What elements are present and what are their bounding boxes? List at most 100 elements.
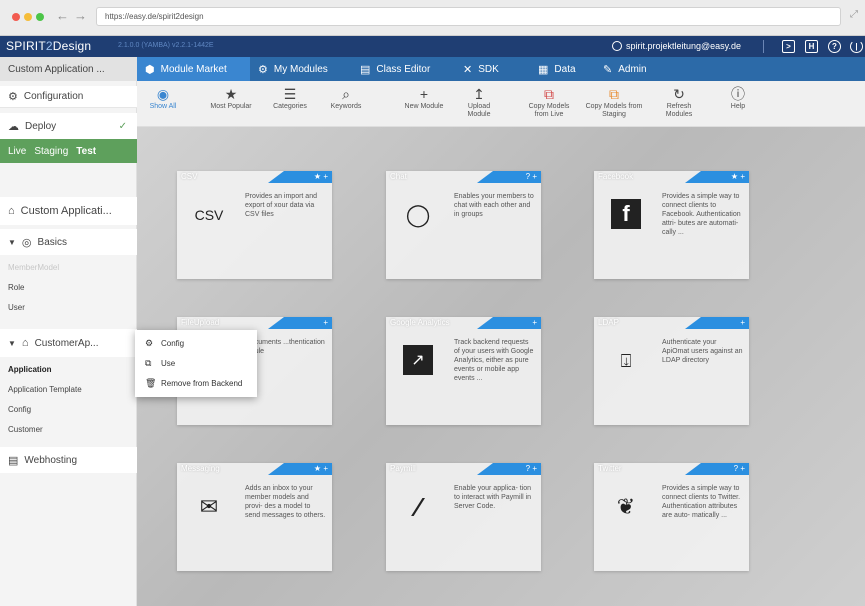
power-icon[interactable]: | xyxy=(850,40,863,53)
new-module-button[interactable]: + New Module xyxy=(394,85,454,111)
tab-sdk[interactable]: ✕ SDK xyxy=(455,57,507,81)
menu-item-remove[interactable]: 🗑 Remove from Backend xyxy=(135,374,257,392)
show-all-button[interactable]: ◉ Show All xyxy=(143,85,183,111)
card-actions[interactable]: + xyxy=(268,317,332,329)
class-user[interactable]: User xyxy=(0,297,137,317)
sidebar-item-customerapp[interactable]: ▼ ⌂ CustomerAp... xyxy=(0,329,137,357)
h-icon[interactable]: H xyxy=(805,40,818,53)
module-card-facebook[interactable]: Facebook ★ + f Provides a simple way to c… xyxy=(594,171,749,279)
menu-item-config[interactable]: ⚙ Config xyxy=(135,334,257,352)
env-live[interactable]: Live xyxy=(8,146,26,157)
copy-icon: ⧉ xyxy=(609,86,619,102)
trash-icon: 🗑 xyxy=(145,377,157,388)
database-icon: ▦ xyxy=(538,63,549,76)
card-header: CSV ★ + xyxy=(177,171,332,184)
caret-down-icon: ▼ xyxy=(8,338,16,348)
server-icon: ▤ xyxy=(8,454,19,467)
env-test[interactable]: Test xyxy=(76,146,96,157)
card-description: Provides a simple way to connect clients… xyxy=(662,193,741,236)
card-actions[interactable]: ★ + xyxy=(268,463,332,475)
main-tab-bar: ⬢ Module Market ⚙ My Modules ▤ Class Editor… xyxy=(137,57,865,81)
class-application[interactable]: Application xyxy=(0,359,137,379)
home-icon: ⌂ xyxy=(8,205,15,217)
home-icon: ⌂ xyxy=(21,337,29,349)
card-actions[interactable]: ★ + xyxy=(268,171,332,183)
copy-models-live-button[interactable]: ⧉ Copy Models from Live xyxy=(522,85,576,119)
upload-module-button[interactable]: ↥ Upload Module xyxy=(459,85,499,119)
back-arrow-icon[interactable]: ← xyxy=(56,8,69,23)
sidebar-item-deploy[interactable]: ☁ Deploy ✓ xyxy=(0,113,137,139)
class-customer[interactable]: Customer xyxy=(0,419,137,439)
tab-admin[interactable]: ✎ Admin xyxy=(595,57,655,81)
module-card-google-analytics[interactable]: Google Analytics + ↗ Track backend reques… xyxy=(386,317,541,425)
chat-bubble-icon: ◯ xyxy=(405,202,431,227)
card-actions[interactable]: ? + xyxy=(477,463,541,475)
tab-class-editor[interactable]: ▤ Class Editor xyxy=(352,57,438,81)
class-config[interactable]: Config xyxy=(0,399,137,419)
env-staging[interactable]: Staging xyxy=(34,146,68,157)
card-actions[interactable]: ? + xyxy=(477,171,541,183)
plus-icon: + xyxy=(419,86,429,102)
fullscreen-icon[interactable]: ⤢ xyxy=(850,9,858,20)
module-action-toolbar: ◉ Show All ★ Most Popular ☰ Categories ⌕ Key… xyxy=(137,81,865,127)
card-header: Messaging ★ + xyxy=(177,463,332,476)
class-role[interactable]: Role xyxy=(0,277,137,297)
card-actions[interactable]: ★ + xyxy=(685,171,749,183)
sidebar-item-configuration[interactable]: ⚙ Configuration xyxy=(0,86,137,108)
sidebar-item-basics[interactable]: ▼ ◎ Basics xyxy=(0,229,137,255)
module-card-csv[interactable]: CSV ★ + CSV Provides an import and export… xyxy=(177,171,332,279)
maximize-window-button[interactable] xyxy=(36,13,44,21)
module-card-ldap[interactable]: LDAP + ⍗ Authenticate your ApiOmat users … xyxy=(594,317,749,425)
refresh-modules-button[interactable]: ↻ Refresh Modules xyxy=(656,85,702,119)
forward-arrow-icon[interactable]: → xyxy=(74,8,87,23)
module-card-messaging[interactable]: Messaging ★ + ✉ Adds an inbox to your mem… xyxy=(177,463,332,571)
card-description: Provides a simple way to connect clients… xyxy=(662,485,741,519)
cloud-icon: ☁ xyxy=(8,120,19,133)
card-description: Track backend requests of your users wit… xyxy=(454,339,534,382)
user-account[interactable]: spirit.projektleitung@easy.de xyxy=(612,41,741,51)
check-icon: ✓ xyxy=(118,120,127,132)
card-actions[interactable]: + xyxy=(685,317,749,329)
card-actions[interactable]: ? + xyxy=(685,463,749,475)
app-logo: SPIRIT2Design xyxy=(6,39,92,53)
keywords-button[interactable]: ⌕ Keywords xyxy=(321,85,371,111)
minimize-window-button[interactable] xyxy=(24,13,32,21)
tab-my-modules[interactable]: ⚙ My Modules xyxy=(250,57,336,81)
card-header: Twitter? + xyxy=(594,463,749,476)
menu-item-use[interactable]: ⧉ Use xyxy=(135,354,257,372)
tab-data[interactable]: ▦ Data xyxy=(530,57,584,81)
tools-icon: ✕ xyxy=(463,63,473,76)
envelope-icon: ✉ xyxy=(199,494,219,519)
module-card-twitter[interactable]: Twitter? + ❦ Provides a simple way to co… xyxy=(594,463,749,571)
login-icon: ⍗ xyxy=(620,350,632,371)
terminal-icon[interactable]: > xyxy=(782,40,795,53)
paymill-logo-icon: ⁄ xyxy=(415,491,421,522)
editor-icon: ▤ xyxy=(360,63,371,76)
most-popular-button[interactable]: ★ Most Popular xyxy=(201,85,261,111)
close-window-button[interactable] xyxy=(12,13,20,21)
card-header: Google Analytics + xyxy=(386,317,541,330)
module-card-paymill[interactable]: Paymill? + ⁄ Enable your applica- tion t… xyxy=(386,463,541,571)
gear-icon: ⚙ xyxy=(8,91,18,103)
help-button[interactable]: ⓘ Help xyxy=(718,85,758,111)
module-card-chat[interactable]: Chat? + ◯ Enables your members to chat w… xyxy=(386,171,541,279)
class-membermodel[interactable]: MemberModel xyxy=(0,257,137,277)
gear-icon: ⚙ xyxy=(145,337,154,348)
refresh-icon: ↻ xyxy=(673,86,685,102)
card-description: Enables your members to chat with each o… xyxy=(454,193,534,218)
sidebar-item-custom-application[interactable]: ⌂ Custom Applicati... xyxy=(0,197,137,225)
app-version: 2.1.0.0 (YAMBA) v2.2.1-1442E xyxy=(118,42,214,49)
categories-button[interactable]: ☰ Categories xyxy=(265,85,315,111)
app-context-selector[interactable]: Custom Application ... xyxy=(0,57,137,81)
tab-module-market[interactable]: ⬢ Module Market xyxy=(137,57,250,81)
copy-icon: ⧉ xyxy=(544,86,554,102)
copy-models-staging-button[interactable]: ⧉ Copy Models from Staging xyxy=(585,85,643,119)
card-description: Enable your applica- tion to interact wi… xyxy=(454,485,532,510)
address-bar[interactable]: https://easy.de/spirit2design xyxy=(96,7,841,26)
card-actions[interactable]: + xyxy=(477,317,541,329)
sidebar-item-webhosting[interactable]: ▤ Webhosting xyxy=(0,447,137,473)
help-icon[interactable]: ? xyxy=(828,40,841,53)
list-icon: ☰ xyxy=(283,86,297,102)
facebook-icon: f xyxy=(611,199,641,229)
class-application-template[interactable]: Application Template xyxy=(0,379,137,399)
